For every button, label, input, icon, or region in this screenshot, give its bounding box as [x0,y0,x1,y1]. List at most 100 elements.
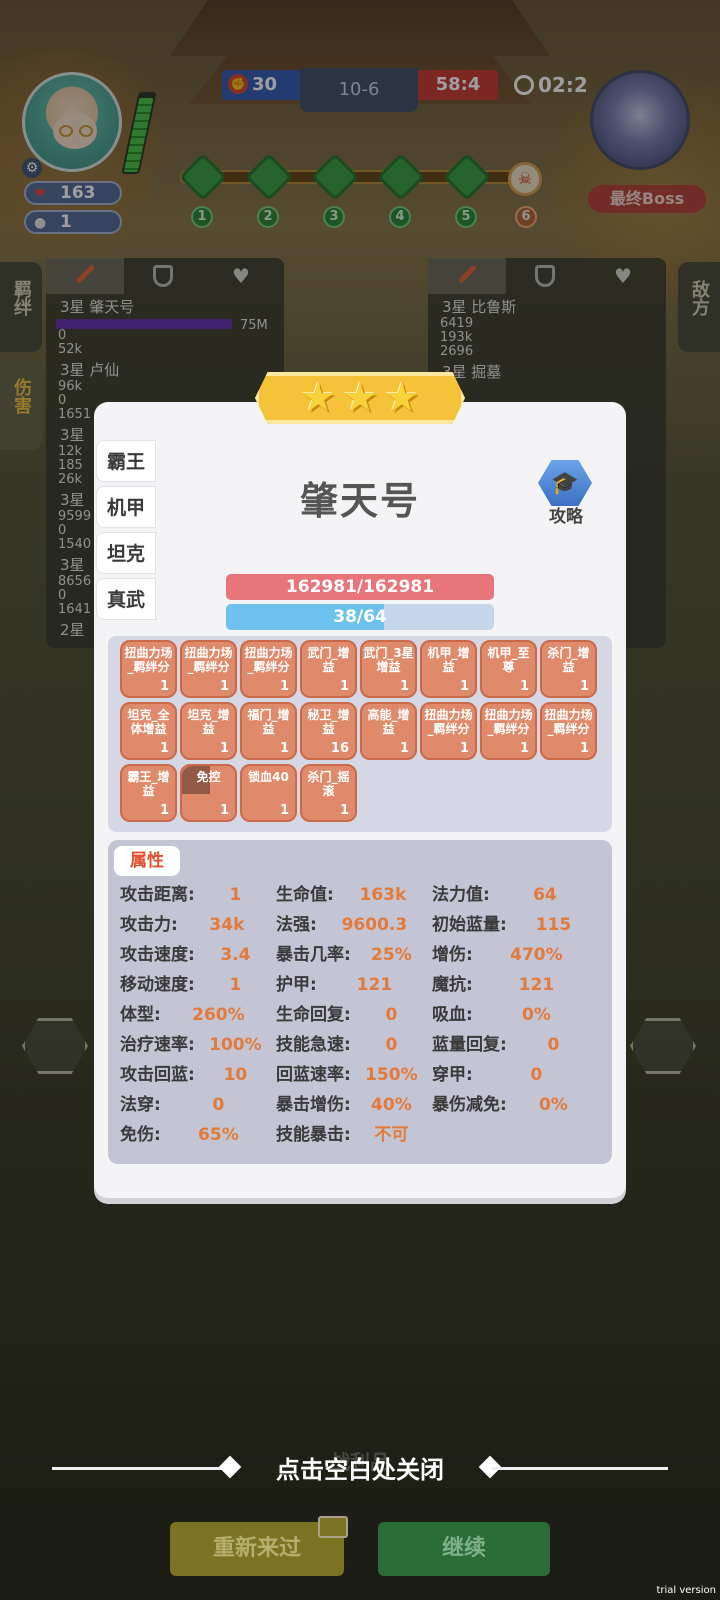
attribute-item: 魔抗: 121 [432,974,600,996]
buff-item[interactable]: 锁血40 1 [240,764,297,822]
buff-count: 1 [159,741,169,756]
attribute-value: 0 [212,1095,225,1115]
buff-item[interactable]: 福门_增益 1 [240,702,297,760]
buff-item[interactable]: 武门_增益 1 [300,640,357,698]
buff-item[interactable]: 扭曲力场_羁绊分 1 [420,702,477,760]
star-icon: ★ [342,375,378,421]
trial-watermark: trial version [656,1585,716,1596]
attribute-item: 体型: 260% [120,1004,276,1026]
buff-count: 16 [330,741,349,756]
buff-item[interactable]: 扭曲力场_羁绊分 1 [540,702,597,760]
buff-label: 高能_增益 [367,708,410,736]
buff-label: 扭曲力场_羁绊分 [244,646,293,674]
attribute-name: 攻击速度: [120,945,195,965]
attribute-name: 吸血: [432,1005,473,1025]
buff-count: 1 [159,679,169,694]
divider-line [52,1467,228,1470]
attribute-item: 移动速度: 1 [120,974,276,996]
attribute-value: 不可 [374,1125,409,1145]
buff-item[interactable]: 扭曲力场_羁绊分 1 [180,640,237,698]
attribute-name: 攻击回蓝: [120,1065,195,1085]
trait-tab[interactable]: 霸王 [96,440,156,482]
attribute-item: 护甲: 121 [276,974,432,996]
attribute-value: 150% [365,1065,418,1085]
buff-label: 坦克_全体增益 [127,708,170,736]
buff-item[interactable]: 杀门_摇滚 1 [300,764,357,822]
star-icon: ★ [383,375,420,421]
attribute-item: 穿甲: 0 [432,1064,600,1086]
buff-item[interactable]: 霸王_增益 1 [120,764,177,822]
attribute-name: 攻击力: [120,915,178,935]
attribute-value: 0 [385,1005,398,1025]
buff-count: 1 [579,741,589,756]
attribute-name: 暴击增伤: [276,1095,351,1115]
attribute-item: 治疗速率: 100% [120,1034,276,1056]
buff-item[interactable]: 杀门_增益 1 [540,640,597,698]
attribute-value: 0% [538,1095,568,1115]
attribute-value: 34k [209,915,245,935]
buff-label: 杀门_增益 [547,646,590,674]
buff-count: 1 [399,741,409,756]
attribute-item: 技能暴击: 不可 [276,1124,432,1146]
attribute-item: 法强: 9600.3 [276,914,432,936]
attribute-name: 初始蓝量: [432,915,507,935]
buff-label: 扭曲力场_羁绊分 [424,708,473,736]
buff-list: 扭曲力场_羁绊分 1 扭曲力场_羁绊分 1 扭曲力场_羁绊分 1 武门_增益 1 武门_3星增益… [120,640,600,822]
buff-item[interactable]: 扭曲力场_羁绊分 1 [240,640,297,698]
continue-button[interactable]: 继续 [378,1522,550,1576]
buff-label: 扭曲力场_羁绊分 [184,646,233,674]
attribute-value: 1 [229,885,242,905]
attribute-item: 免伤: 65% [120,1124,276,1146]
attribute-item: 暴伤减免: 0% [432,1094,600,1116]
attribute-value: 40% [371,1095,412,1115]
attribute-item: 技能急速: 0 [276,1034,432,1056]
buff-count: 1 [279,741,289,756]
retry-label: 重新来过 [212,1536,301,1561]
buff-item[interactable]: 坦克_全体增益 1 [120,702,177,760]
attribute-value: 163k [359,885,407,905]
attribute-item: 生命回复: 0 [276,1004,432,1026]
attribute-item: 蓝量回复: 0 [432,1034,600,1056]
attribute-item: 法力值: 64 [432,884,600,906]
retry-button[interactable]: 重新来过 [170,1516,348,1576]
trait-tab[interactable]: 坦克 [96,532,156,574]
attribute-name: 法力值: [432,885,490,905]
buff-label: 扭曲力场_羁绊分 [124,646,173,674]
attribute-name: 增伤: [432,945,473,965]
buff-count: 1 [339,803,349,818]
buff-item[interactable]: 机甲_增益 1 [420,640,477,698]
buff-label: 机甲_增益 [427,646,470,674]
buff-label: 杀门_摇滚 [307,770,350,798]
trait-tab[interactable]: 真武 [96,578,156,620]
buff-item[interactable]: 扭曲力场_羁绊分 1 [480,702,537,760]
guide-button[interactable]: 🎓 攻略 [538,460,594,530]
buff-count: 1 [279,679,289,694]
attribute-item: 攻击速度: 3.4 [120,944,276,966]
buff-label: 扭曲力场_羁绊分 [544,708,593,736]
buff-item[interactable]: 扭曲力场_羁绊分 1 [120,640,177,698]
buff-item[interactable]: 机甲_至尊 1 [480,640,537,698]
buff-item[interactable]: 武门_3星增益 1 [360,640,417,698]
attribute-name: 技能暴击: [276,1125,351,1145]
attribute-item: 生命值: 163k [276,884,432,906]
star-icon: ★ [300,375,337,421]
buff-item[interactable]: 坦克_增益 1 [180,702,237,760]
attribute-name: 攻击距离: [120,885,195,905]
trait-tab[interactable]: 机甲 [96,486,156,528]
video-icon [318,1516,348,1538]
unit-mana-text: 38/64 [333,607,387,627]
continue-label: 继续 [441,1536,486,1561]
buff-item[interactable]: 免控 1 [180,764,237,822]
close-hint[interactable]: 点击空白处关闭 [240,1450,480,1485]
buff-label: 霸王_增益 [127,770,170,798]
attribute-value: 10 [223,1065,248,1085]
buff-item[interactable]: 高能_增益 1 [360,702,417,760]
attribute-item: 攻击力: 34k [120,914,276,936]
attribute-name: 免伤: [120,1125,161,1145]
buff-label: 武门_增益 [307,646,350,674]
attribute-value: 121 [356,975,393,995]
star-rating: ★ ★ ★ [255,372,465,424]
buff-item[interactable]: 秘卫_增益 16 [300,702,357,760]
attribute-name: 暴伤减免: [432,1095,507,1115]
attribute-item: 吸血: 0% [432,1004,600,1026]
